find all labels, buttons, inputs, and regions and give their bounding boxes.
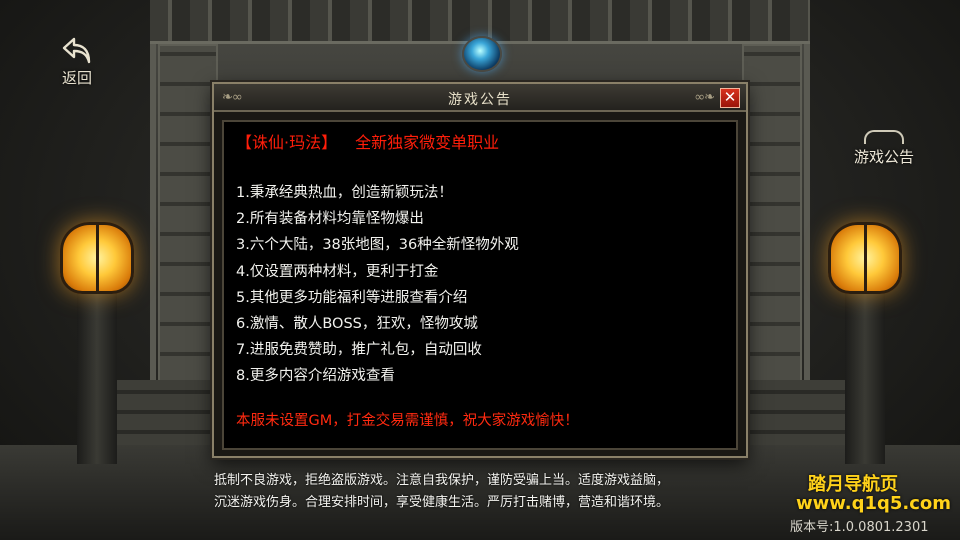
feature-list: 1.秉承经典热血，创造新颖玩法！ 2.所有装备材料均靠怪物爆出 3.六个大陆，3… xyxy=(236,180,724,390)
headline-text: 全新独家微变单职业 xyxy=(355,133,500,152)
close-icon: ✕ xyxy=(723,88,737,106)
dialog-header: ❧∞ 游戏公告 ∞❧ ✕ xyxy=(214,84,746,112)
announcement-headline: 【诛仙·玛法】 全新独家微变单职业 xyxy=(236,132,724,154)
list-item: 3.六个大陆，38张地图，36种全新怪物外观 xyxy=(236,237,519,254)
announcement-dialog: ❧∞ 游戏公告 ∞❧ ✕ 【诛仙·玛法】 全新独家微变单职业 1.秉承经典热血，创… xyxy=(212,82,748,458)
server-name-tag: 【诛仙·玛法】 xyxy=(236,133,338,152)
game-notice-button[interactable]: 游戏公告 xyxy=(844,130,924,172)
right-lantern-post xyxy=(845,294,885,464)
list-item: 4.仅设置两种材料，更利于打金 xyxy=(236,263,439,280)
announcement-content[interactable]: 【诛仙·玛法】 全新独家微变单职业 1.秉承经典热血，创造新颖玩法！ 2.所有装备… xyxy=(222,120,738,450)
version-number: 版本号:1.0.0801.2301 xyxy=(790,520,929,535)
list-item: 2.所有装备材料均靠怪物爆出 xyxy=(236,211,424,228)
blue-gem-ornament xyxy=(462,36,502,72)
back-button[interactable]: 返回 xyxy=(52,36,102,94)
list-item: 1.秉承经典热血，创造新颖玩法！ xyxy=(236,185,453,201)
list-item: 7.进服免费赞助，推广礼包，自动回收 xyxy=(236,342,482,359)
back-label: 返回 xyxy=(61,69,92,87)
gm-warning: 本服未设置GM，打金交易需谨慎，祝大家游戏愉快！ xyxy=(236,412,579,429)
watermark-url: www.q1q5.com xyxy=(796,493,952,514)
back-arrow-icon xyxy=(62,37,91,64)
disclaimer-line: 抵制不良游戏，拒绝盗版游戏。注意自我保护，谨防受骗上当。适度游戏益脑， xyxy=(214,473,670,488)
list-item: 8.更多内容介绍游戏查看 xyxy=(236,368,395,385)
left-lantern xyxy=(60,222,134,294)
notice-board-icon xyxy=(864,130,904,144)
list-item: 5.其他更多功能福利等进服查看介绍 xyxy=(236,289,468,306)
game-notice-label: 游戏公告 xyxy=(853,148,914,166)
health-disclaimer: 抵制不良游戏，拒绝盗版游戏。注意自我保护，谨防受骗上当。适度游戏益脑， 沉迷游戏… xyxy=(214,470,774,514)
disclaimer-line: 沉迷游戏伤身。合理安排时间，享受健康生活。严厉打击赌博，营造和谐环境。 xyxy=(214,495,670,510)
list-item: 6.激情、散人BOSS，狂欢，怪物攻城 xyxy=(236,315,478,332)
right-lantern xyxy=(828,222,902,294)
close-button[interactable]: ✕ xyxy=(720,88,740,108)
right-scroll-ornament-icon: ∞❧ xyxy=(694,90,715,105)
left-lantern-post xyxy=(77,294,117,464)
